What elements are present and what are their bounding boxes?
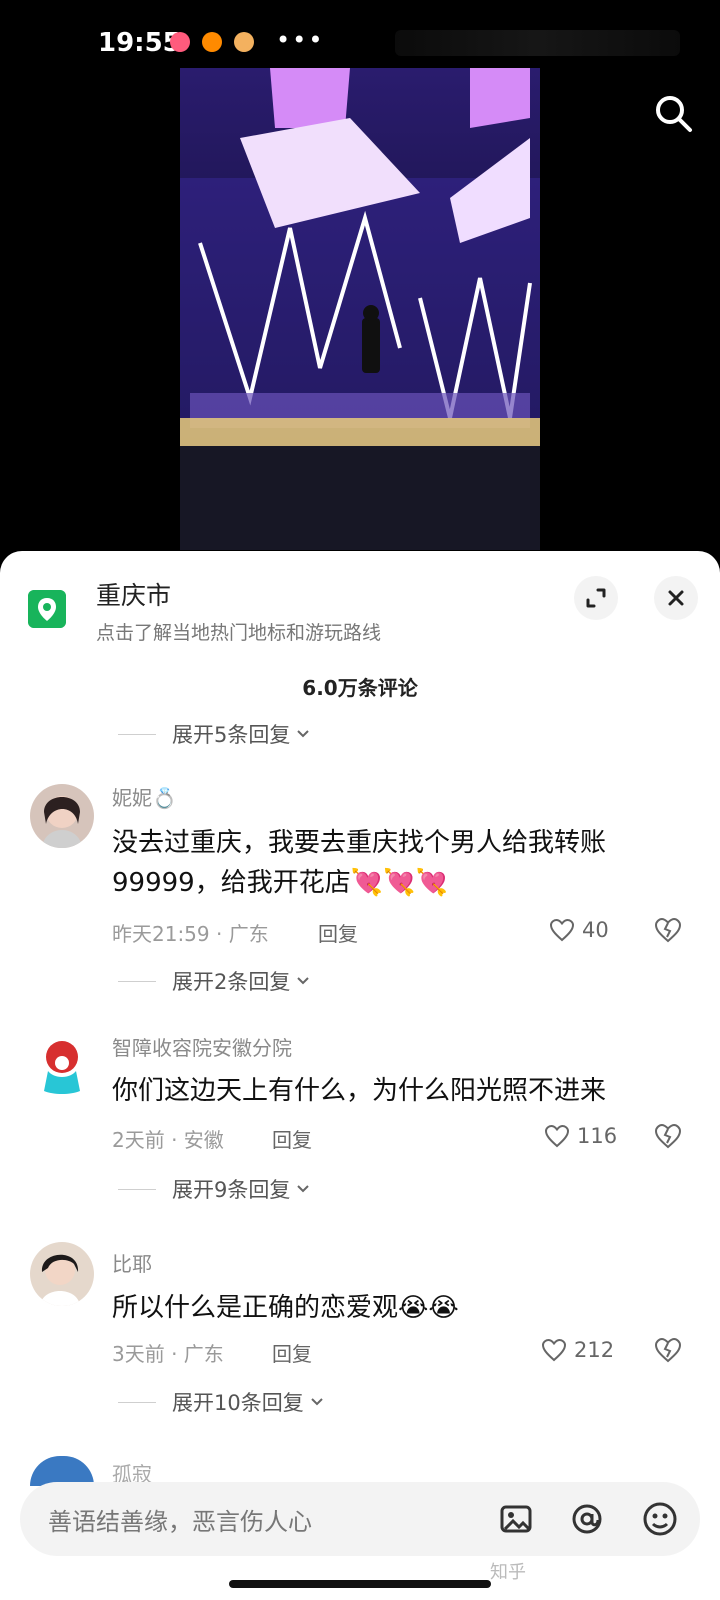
close-icon [668,590,684,606]
app-notification-icon [170,32,190,52]
comment-meta: 3天前 · 广东 [112,1342,224,1366]
like-count: 116 [577,1124,618,1148]
status-right-icons [395,30,680,56]
search-icon[interactable] [650,90,698,138]
reply-button[interactable]: 回复 [272,1124,312,1153]
dislike-icon[interactable] [653,915,683,945]
reply-button[interactable]: 回复 [318,918,358,947]
chevron-down-icon [297,1185,310,1193]
like-button[interactable]: 212 [540,1336,614,1364]
expand-replies[interactable]: 展开10条回复 [118,1387,324,1417]
heart-icon [549,918,575,942]
chevron-down-icon [297,977,310,985]
comment-meta: 2天前 · 安徽 [112,1128,224,1152]
username[interactable]: 智障收容院安徽分院 [112,1032,292,1061]
status-time: 19:55 [98,28,181,58]
avatar[interactable] [30,1033,94,1097]
image-icon[interactable] [497,1500,535,1538]
expand-button[interactable] [574,576,618,620]
dislike-icon[interactable] [653,1121,683,1151]
heart-icon [541,1338,567,1362]
like-count: 40 [582,918,609,942]
at-icon[interactable] [568,1500,606,1538]
chevron-down-icon [311,1398,323,1406]
status-icons [170,32,254,52]
comment-input[interactable]: 善语结善缘，恶言伤人心 [48,1502,312,1537]
heart-icon [544,1124,570,1148]
divider-line [118,1401,156,1403]
watermark: 知乎 [490,1562,526,1583]
home-indicator [229,1580,491,1588]
user-avatar-image [30,1242,94,1306]
comment-text: 所以什么是正确的恋爱观😭😭 [112,1293,459,1323]
expand-replies-label: 展开10条回复 [172,1391,304,1415]
comment-text: 没去过重庆，我要去重庆找个男人给我转账99999，给我开花店💘💘💘 [112,828,607,898]
user-avatar-image [30,1033,94,1097]
location-pin-icon[interactable] [28,590,66,628]
expand-icon [586,588,606,608]
comment-text: 你们这边天上有什么，为什么阳光照不进来 [112,1076,607,1106]
emoji-icon[interactable] [641,1500,679,1538]
username[interactable]: 比耶 [112,1248,152,1277]
user-avatar-image [30,784,94,848]
avatar[interactable] [30,1242,94,1306]
divider-line [118,733,156,735]
like-button[interactable]: 116 [543,1122,617,1150]
comment-meta: 昨天21:59 · 广东 [112,922,269,946]
comment-count: 6.0万条评论 [302,676,418,700]
expand-replies[interactable]: 展开9条回复 [118,1174,310,1204]
like-button[interactable]: 40 [548,916,609,944]
divider-line [118,980,156,982]
username[interactable]: 妮妮💍 [112,782,177,811]
expand-replies[interactable]: 展开2条回复 [118,966,310,996]
night-tower-image [180,68,540,550]
dislike-icon[interactable] [653,1335,683,1365]
avatar-notification-icon [234,32,254,52]
chevron-down-icon [297,730,310,738]
expand-replies-label: 展开2条回复 [172,970,291,994]
like-count: 212 [574,1338,615,1362]
expand-replies-label: 展开9条回复 [172,1178,291,1202]
more-status-icon: ••• [276,26,325,54]
location-title[interactable]: 重庆市 [96,576,171,612]
avatar[interactable] [30,784,94,848]
expand-replies-label: 展开5条回复 [172,723,291,747]
mi-icon [202,32,222,52]
divider-line [118,1188,156,1190]
reply-button[interactable]: 回复 [272,1338,312,1367]
location-subtitle[interactable]: 点击了解当地热门地标和游玩路线 [96,618,381,645]
close-button[interactable] [654,576,698,620]
video-preview[interactable] [180,68,540,550]
expand-replies[interactable]: 展开5条回复 [118,719,310,749]
